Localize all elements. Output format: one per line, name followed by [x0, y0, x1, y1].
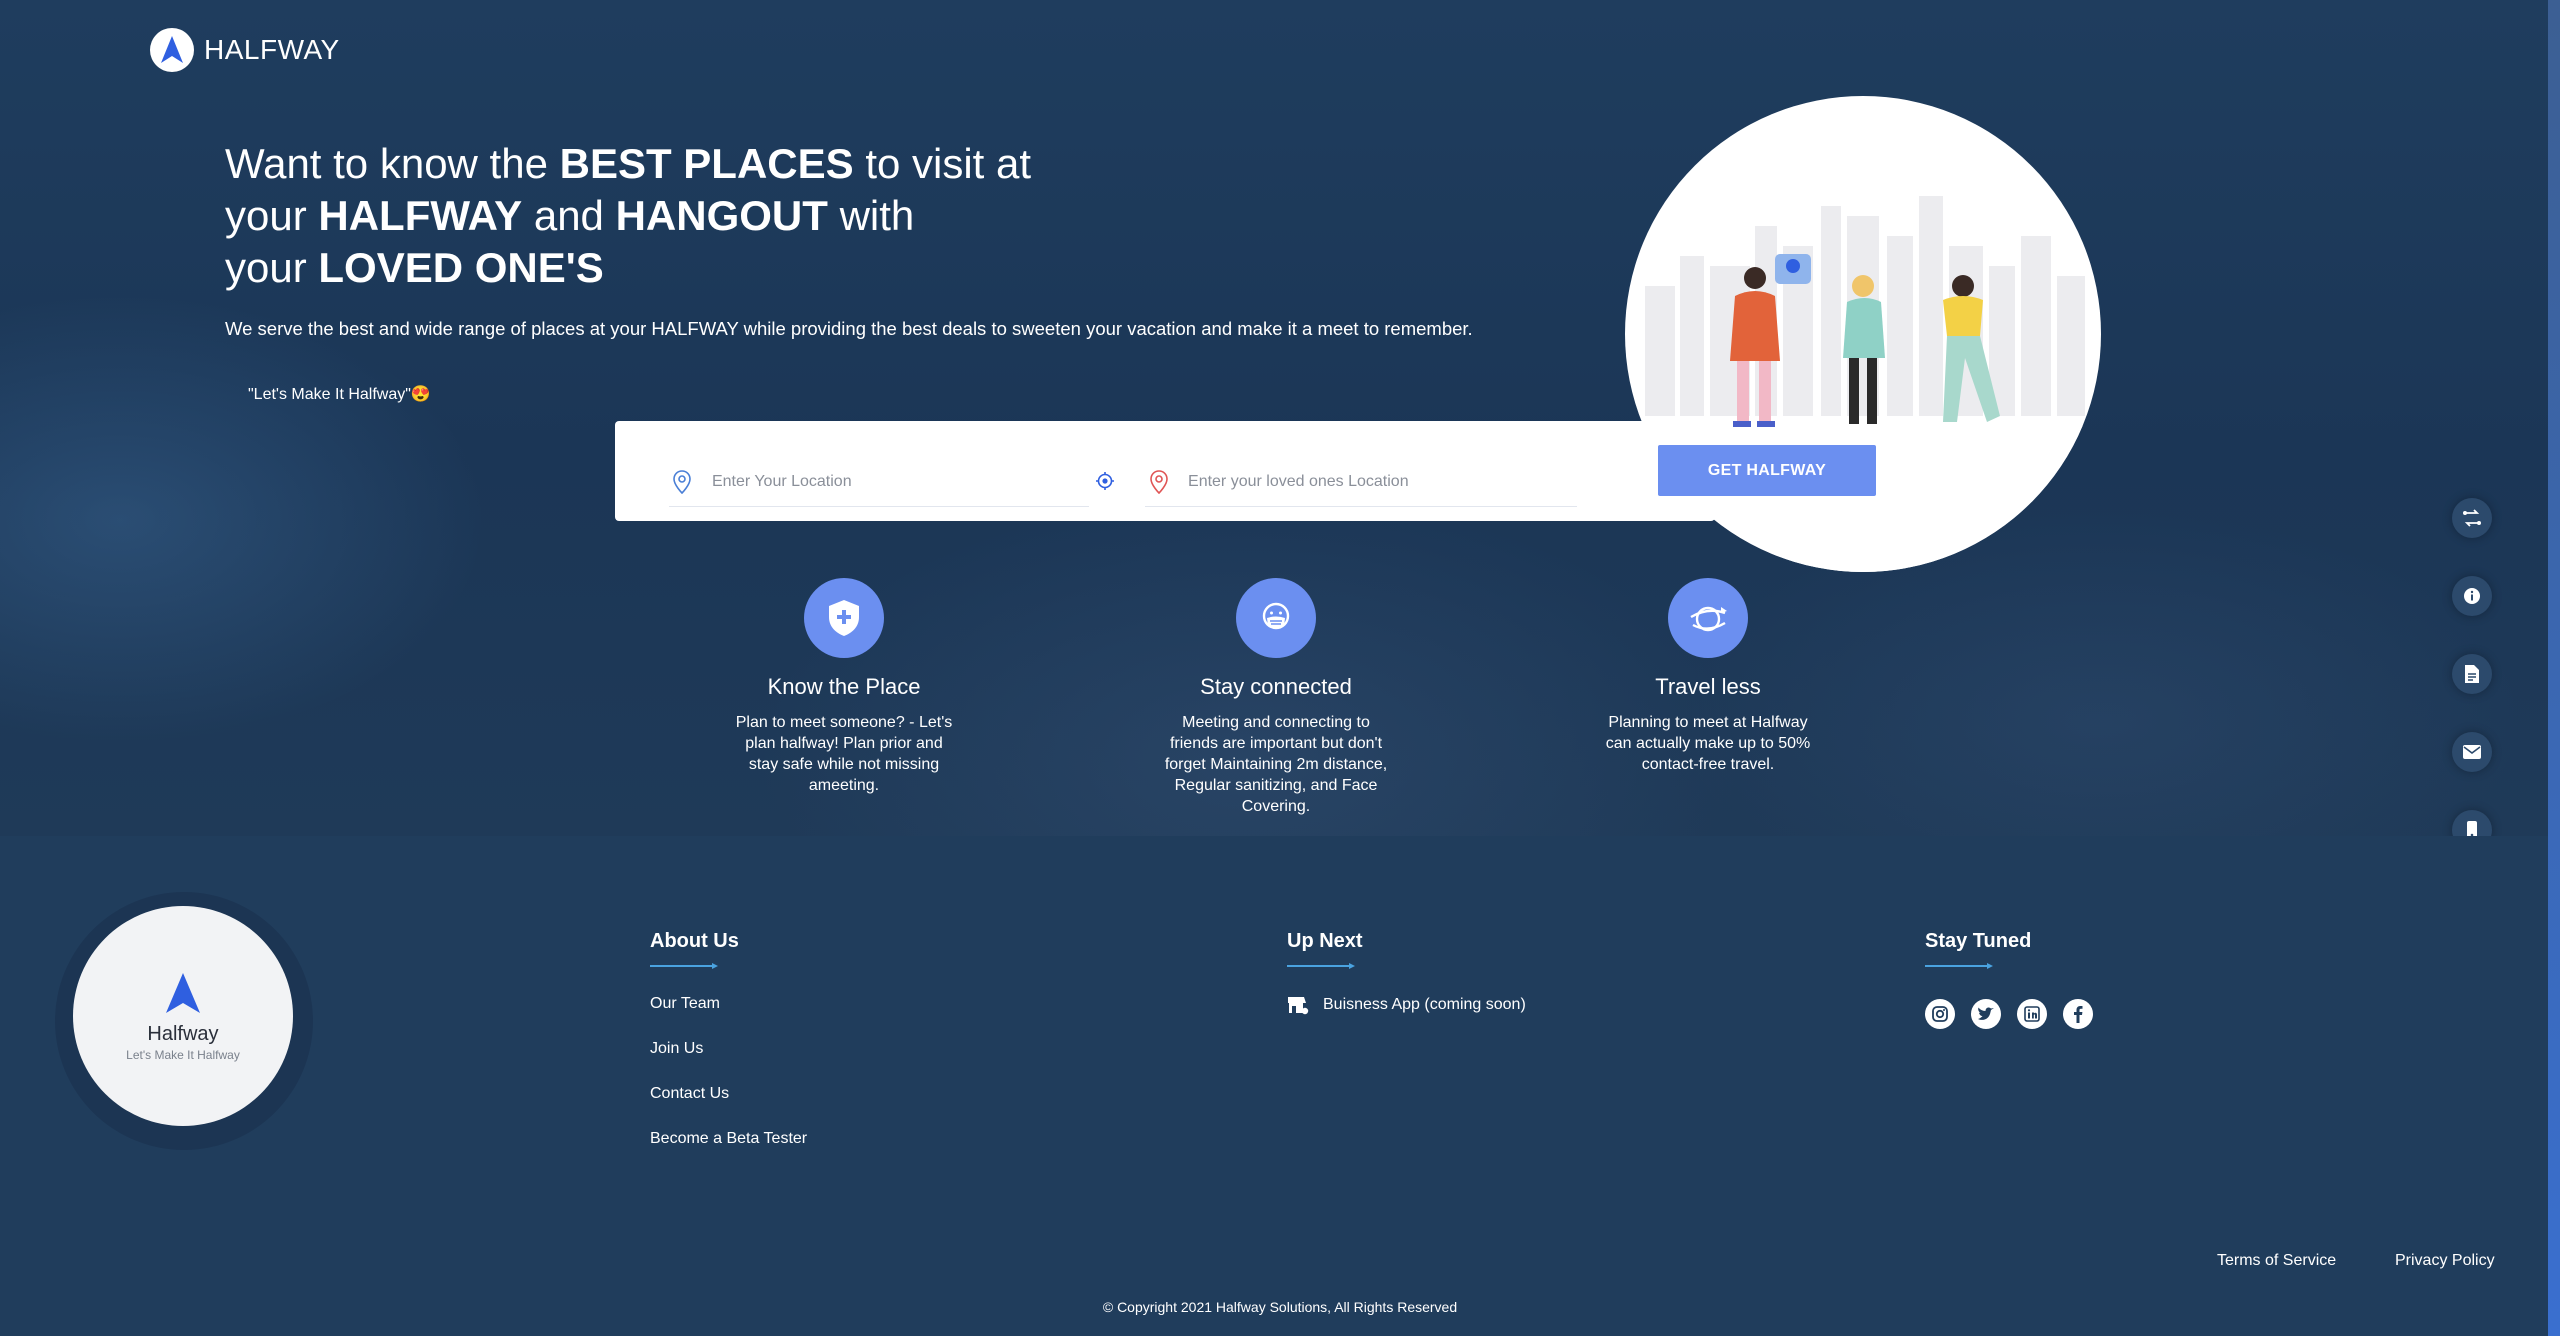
document-icon[interactable] — [2452, 654, 2492, 694]
site-logo[interactable]: HALFWAY — [150, 28, 340, 72]
hero-headline: Want to know the BEST PLACES to visit at… — [225, 140, 1032, 291]
privacy-policy-link[interactable]: Privacy Policy — [2395, 1252, 2495, 1270]
location-pin-icon — [669, 467, 696, 497]
hero-subline: We serve the best and wide range of plac… — [225, 318, 1473, 339]
footer-link-join-us[interactable]: Join Us — [650, 1040, 807, 1085]
footer-stay-title: Stay Tuned — [1925, 930, 2032, 952]
brand-name: HALFWAY — [204, 34, 340, 65]
business-app-item[interactable]: Buisness App (coming soon) — [1287, 995, 1526, 1015]
location-pin-red-icon — [1145, 467, 1172, 497]
twitter-icon[interactable] — [1971, 999, 2001, 1029]
arrow-underline-icon — [1287, 963, 1355, 969]
business-app-label: Buisness App (coming soon) — [1323, 996, 1526, 1013]
your-location-input[interactable] — [711, 472, 1089, 491]
footer-upnext-title: Up Next — [1287, 930, 1363, 952]
footer-about-column: About Us Our Team Join Us Contact Us Bec… — [650, 930, 807, 1175]
feature-description: Meeting and connecting to friends are im… — [1164, 714, 1388, 815]
route-icon[interactable] — [2452, 498, 2492, 538]
info-icon[interactable] — [2452, 576, 2492, 616]
footer-logo[interactable]: Halfway Let's Make It Halfway — [73, 906, 293, 1126]
facebook-icon[interactable] — [2063, 999, 2093, 1029]
page-scrollbar[interactable] — [2548, 0, 2560, 1336]
your-location-field — [669, 457, 1089, 507]
footer-about-title: About Us — [650, 930, 739, 952]
feature-description: Planning to meet at Halfway can actually… — [1605, 714, 1811, 773]
gps-locate-icon[interactable] — [1085, 461, 1125, 501]
mail-icon[interactable] — [2452, 732, 2492, 772]
shield-plus-icon — [804, 578, 884, 658]
feature-stay-connected: Stay connected Meeting and connecting to… — [1156, 578, 1396, 817]
face-mask-icon — [1236, 578, 1316, 658]
feature-travel-less: Travel less Planning to meet at Halfway … — [1588, 578, 1828, 775]
linkedin-icon[interactable] — [2017, 999, 2047, 1029]
footer-stay-column: Stay Tuned — [1925, 930, 2093, 1029]
footer-link-beta-tester[interactable]: Become a Beta Tester — [650, 1130, 807, 1175]
footer-link-contact-us[interactable]: Contact Us — [650, 1085, 807, 1130]
footer-link-our-team[interactable]: Our Team — [650, 995, 807, 1040]
get-halfway-button[interactable]: GET HALFWAY — [1658, 445, 1876, 496]
search-card — [615, 421, 1715, 521]
feature-title: Travel less — [1655, 674, 1761, 699]
navigation-arrow-icon — [166, 972, 200, 1013]
globe-travel-icon — [1668, 578, 1748, 658]
footer-logo-sub: Let's Make It Halfway — [126, 1047, 240, 1062]
navigation-arrow-icon — [150, 28, 194, 72]
feature-description: Plan to meet someone? - Let's plan halfw… — [735, 714, 953, 794]
terms-of-service-link[interactable]: Terms of Service — [2217, 1252, 2336, 1270]
loved-location-input[interactable] — [1188, 472, 1577, 491]
right-rail — [2452, 498, 2492, 836]
footer-upnext-column: Up Next Buisness App (coming soon) — [1287, 930, 1526, 1015]
copyright-text: © Copyright 2021 Halfway Solutions, All … — [1102, 1299, 1458, 1315]
loved-location-field — [1145, 457, 1577, 507]
site-footer: Halfway Let's Make It Halfway About Us O… — [0, 836, 2548, 1336]
hero-section: HALFWAY Want to know the BEST PLACES to … — [0, 0, 2548, 836]
feature-title: Stay connected — [1200, 674, 1352, 699]
feature-know-the-place: Know the Place Plan to meet someone? - L… — [724, 578, 964, 796]
mobile-icon[interactable] — [2452, 810, 2492, 836]
hero-tagline: "Let's Make It Halfway"😍 — [248, 386, 431, 403]
arrow-underline-icon — [650, 963, 718, 969]
footer-logo-brand: Halfway — [147, 1022, 219, 1045]
people-meeting-illustration — [1625, 96, 2101, 572]
instagram-icon[interactable] — [1925, 999, 1955, 1029]
arrow-underline-icon — [1925, 963, 1993, 969]
feature-title: Know the Place — [767, 674, 921, 699]
store-icon — [1288, 997, 1309, 1015]
